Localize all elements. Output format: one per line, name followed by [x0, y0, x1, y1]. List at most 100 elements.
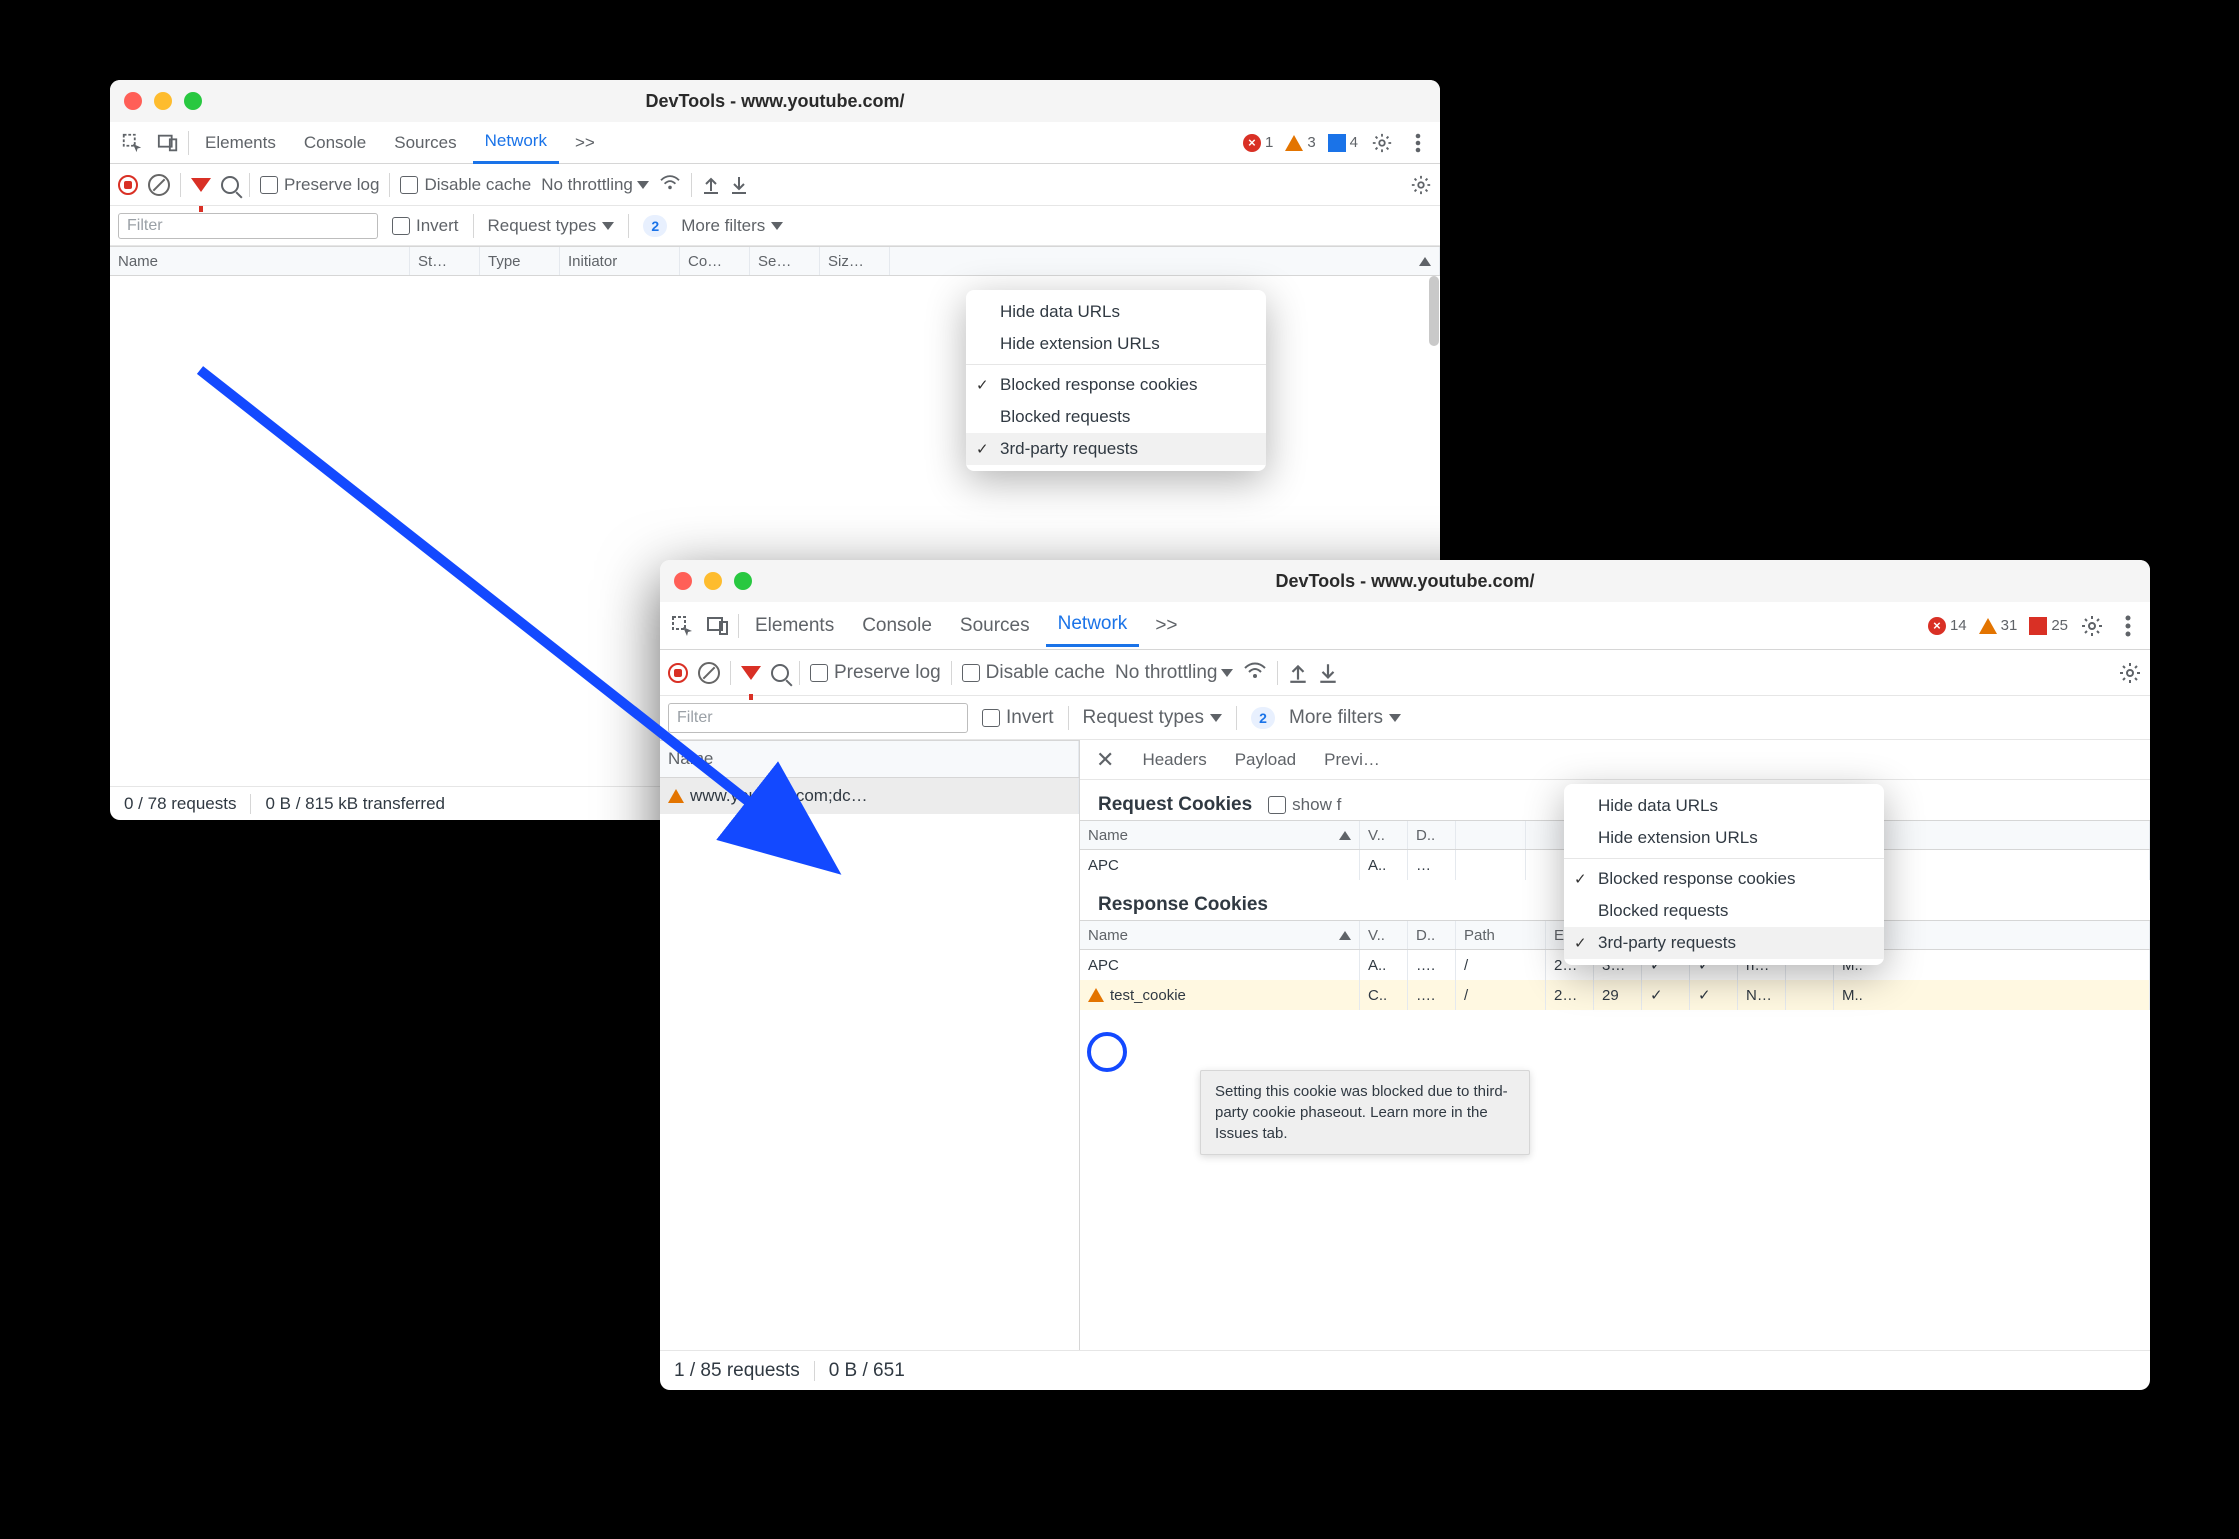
tab-console[interactable]: Console [850, 606, 944, 646]
record-button[interactable] [118, 175, 138, 195]
scrollbar[interactable] [1429, 276, 1439, 346]
menu-3rd-party-requests[interactable]: ✓ 3rd-party requests [1564, 927, 1884, 959]
invert-checkbox[interactable]: Invert [982, 707, 1054, 729]
upload-icon[interactable] [1288, 662, 1308, 684]
inspect-icon[interactable] [666, 610, 698, 642]
more-filters-dropdown[interactable]: More filters [681, 216, 783, 236]
menu-blocked-response-cookies[interactable]: ✓ Blocked response cookies [966, 369, 1266, 401]
more-filters-dropdown[interactable]: More filters [1289, 707, 1401, 729]
menu-blocked-requests[interactable]: Blocked requests [1564, 895, 1884, 927]
menu-hide-data-urls[interactable]: Hide data URLs [1564, 790, 1884, 822]
tab-elements[interactable]: Elements [193, 123, 288, 163]
throttling-select[interactable]: No throttling [541, 175, 649, 195]
menu-hide-data-urls[interactable]: Hide data URLs [966, 296, 1266, 328]
gear-icon[interactable] [2076, 610, 2108, 642]
zoom-icon[interactable] [184, 92, 202, 110]
tab-console[interactable]: Console [292, 123, 378, 163]
menu-hide-ext-urls[interactable]: Hide extension URLs [1564, 822, 1884, 854]
tab-sources[interactable]: Sources [948, 606, 1042, 646]
network-toolbar: Preserve log Disable cache No throttling [110, 164, 1440, 206]
warn-count[interactable]: 31 [1979, 617, 2018, 634]
col-name[interactable]: Name [110, 247, 410, 275]
record-button[interactable] [668, 663, 688, 683]
more-tabs-icon[interactable]: >> [1143, 606, 1189, 646]
close-icon[interactable] [124, 92, 142, 110]
tab-network[interactable]: Network [1046, 604, 1140, 647]
filter-icon[interactable] [741, 666, 761, 680]
close-icon[interactable]: ✕ [1092, 747, 1118, 773]
more-tabs-icon[interactable]: >> [563, 123, 607, 163]
download-icon[interactable] [1318, 662, 1338, 684]
search-icon[interactable] [771, 664, 789, 682]
kebab-icon[interactable] [2112, 610, 2144, 642]
menu-3rd-party-requests[interactable]: ✓ 3rd-party requests [966, 433, 1266, 465]
throttling-select[interactable]: No throttling [1115, 662, 1233, 684]
col-initiator[interactable]: Initiator [560, 247, 680, 275]
inspect-icon[interactable] [116, 127, 148, 159]
wifi-icon[interactable] [1243, 660, 1267, 686]
tab-payload[interactable]: Payload [1231, 750, 1300, 770]
kebab-icon[interactable] [1402, 127, 1434, 159]
show-filtered-checkbox[interactable]: show f [1268, 795, 1341, 815]
cc-name[interactable]: Name [1080, 821, 1360, 849]
cc-v[interactable]: V.. [1360, 821, 1408, 849]
more-filters-label: More filters [681, 216, 765, 236]
menu-hide-ext-urls[interactable]: Hide extension URLs [966, 328, 1266, 360]
tab-elements[interactable]: Elements [743, 606, 846, 646]
filter-icon[interactable] [191, 178, 211, 192]
disable-cache-checkbox[interactable]: Disable cache [962, 662, 1105, 684]
request-types-dropdown[interactable]: Request types [488, 216, 615, 236]
clear-button[interactable] [148, 174, 170, 196]
tab-headers[interactable]: Headers [1138, 750, 1210, 770]
error-count[interactable]: × 1 [1243, 134, 1273, 152]
menu-blocked-response-cookies[interactable]: ✓ Blocked response cookies [1564, 863, 1884, 895]
tab-network[interactable]: Network [473, 121, 559, 164]
filter-input[interactable]: Filter [668, 703, 968, 733]
warn-count[interactable]: 3 [1285, 134, 1315, 151]
invert-label: Invert [416, 216, 459, 236]
col-content[interactable]: Co… [680, 247, 750, 275]
invert-checkbox[interactable]: Invert [392, 216, 459, 236]
minimize-icon[interactable] [704, 572, 722, 590]
menu-blocked-requests[interactable]: Blocked requests [966, 401, 1266, 433]
titlebar[interactable]: DevTools - www.youtube.com/ [110, 80, 1440, 122]
request-row[interactable]: www.youtube.com;dc… [660, 778, 1079, 814]
close-icon[interactable] [674, 572, 692, 590]
gear-icon[interactable] [1410, 174, 1432, 196]
warning-icon [1979, 618, 1997, 634]
tab-preview[interactable]: Previ… [1320, 750, 1384, 770]
col-type[interactable]: Type [480, 247, 560, 275]
preserve-log-checkbox[interactable]: Preserve log [810, 662, 941, 684]
preserve-log-checkbox[interactable]: Preserve log [260, 175, 379, 195]
col-waterfall[interactable] [890, 247, 1440, 275]
status-bar: 1 / 85 requests 0 B / 651 [660, 1350, 2150, 1390]
throttling-value: No throttling [541, 175, 633, 195]
wifi-icon[interactable] [659, 173, 681, 196]
response-cookie-row-blocked[interactable]: test_cookie C.. …. / 2… 29 ✓ ✓ N… M.. [1080, 980, 2150, 1010]
zoom-icon[interactable] [734, 572, 752, 590]
cc-d[interactable]: D.. [1408, 821, 1456, 849]
col-size[interactable]: Siz… [820, 247, 890, 275]
gear-icon[interactable] [1366, 127, 1398, 159]
col-set[interactable]: Se… [750, 247, 820, 275]
request-types-dropdown[interactable]: Request types [1083, 707, 1222, 729]
minimize-icon[interactable] [154, 92, 172, 110]
error-count[interactable]: × 14 [1928, 617, 1967, 635]
tab-sources[interactable]: Sources [382, 123, 468, 163]
info-count[interactable]: 4 [1328, 134, 1358, 152]
device-toolbar-icon[interactable] [152, 127, 184, 159]
titlebar[interactable]: DevTools - www.youtube.com/ [660, 560, 2150, 602]
request-types-label: Request types [1083, 707, 1204, 729]
cc-name[interactable]: Name [1080, 921, 1360, 949]
search-icon[interactable] [221, 176, 239, 194]
device-toolbar-icon[interactable] [702, 610, 734, 642]
disable-cache-checkbox[interactable]: Disable cache [400, 175, 531, 195]
filter-input[interactable]: Filter [118, 213, 378, 239]
gear-icon[interactable] [2118, 661, 2142, 685]
col-name[interactable]: Name [660, 741, 1079, 777]
download-icon[interactable] [730, 175, 748, 195]
col-status[interactable]: St… [410, 247, 480, 275]
clear-button[interactable] [698, 662, 720, 684]
upload-icon[interactable] [702, 175, 720, 195]
info-count[interactable]: 25 [2029, 617, 2068, 635]
